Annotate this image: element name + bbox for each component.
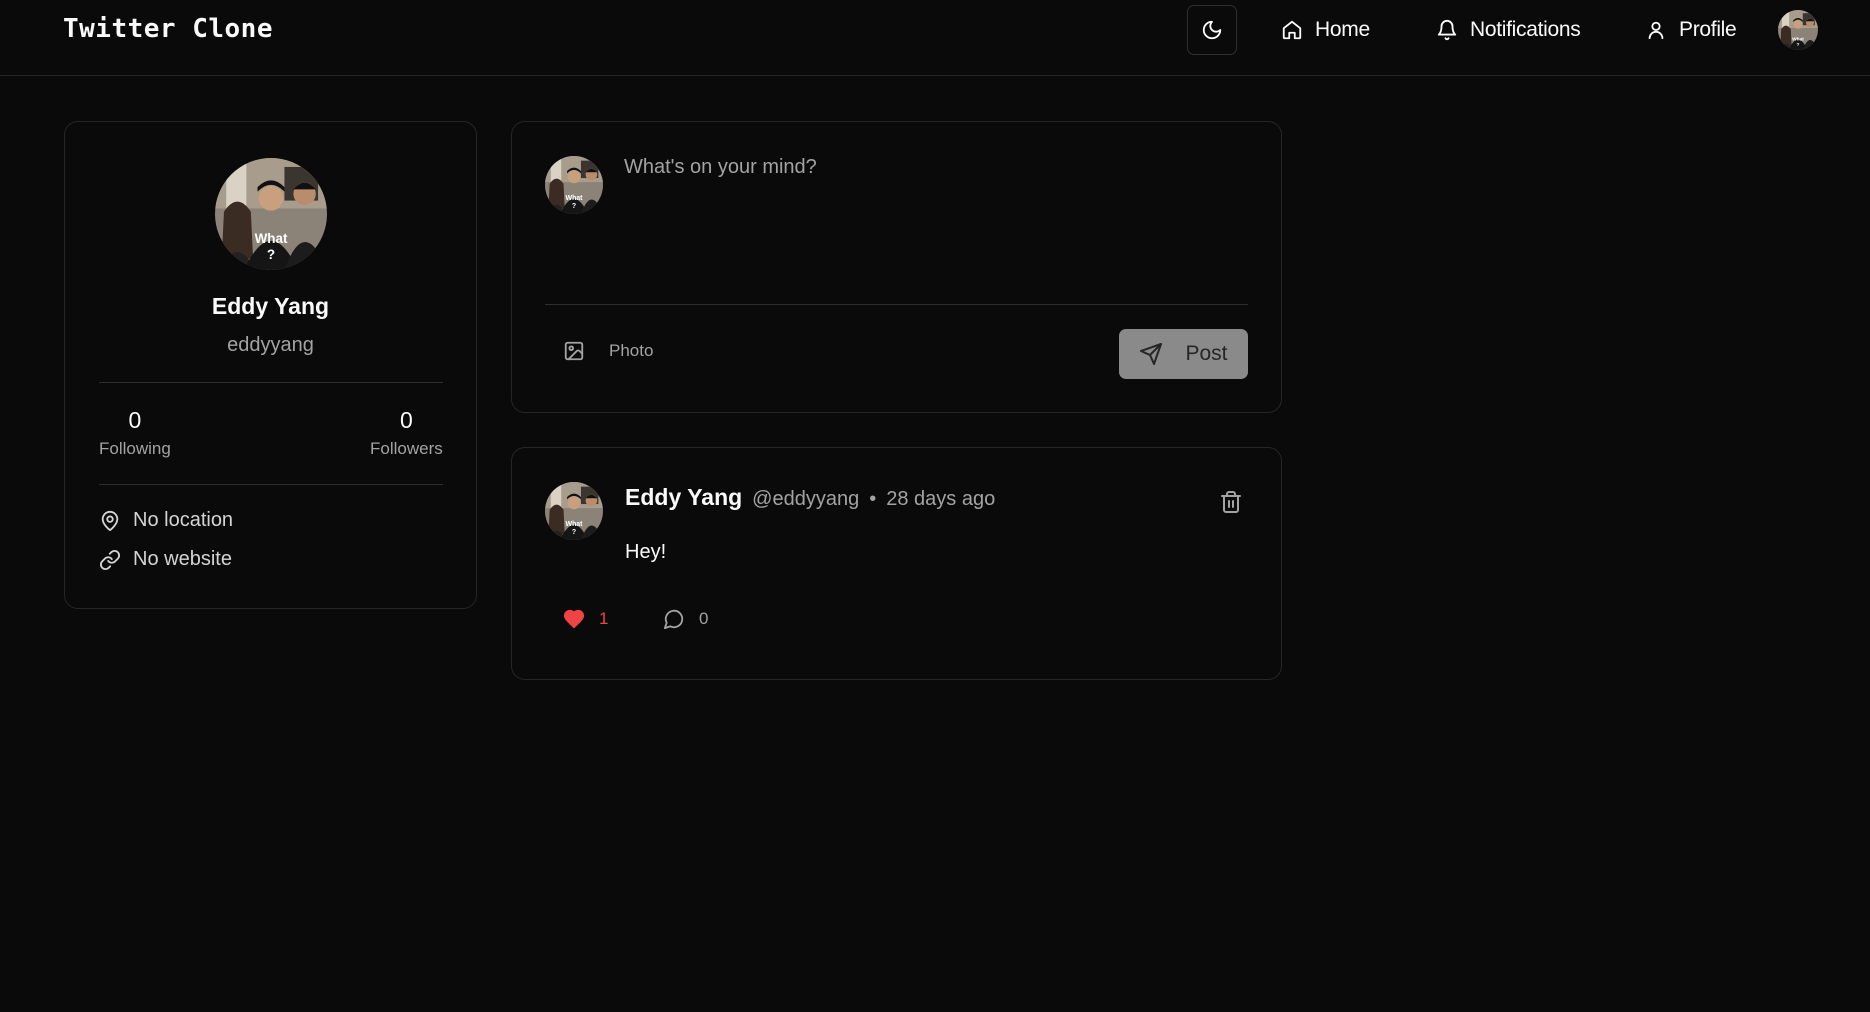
compose-card: Photo Post: [511, 121, 1282, 413]
compose-input[interactable]: [624, 156, 1244, 276]
home-icon: [1282, 20, 1302, 40]
profile-divider: [99, 484, 443, 485]
bell-icon: [1437, 20, 1457, 41]
compose-avatar: [545, 156, 603, 214]
send-icon: [1140, 343, 1163, 365]
post-content: Hey!: [625, 541, 667, 563]
link-icon: [99, 549, 121, 570]
comment-icon: [663, 609, 684, 630]
moon-icon: [1202, 20, 1222, 40]
following-label: Following: [99, 439, 171, 458]
profile-avatar[interactable]: [215, 158, 327, 270]
nav-profile-label: Profile: [1679, 18, 1737, 41]
nav-home-link[interactable]: Home: [1281, 14, 1370, 46]
followers-label: Followers: [370, 439, 443, 458]
post-card: Eddy Yang @eddyyang • 28 days ago Hey! 1…: [511, 447, 1282, 680]
like-button[interactable]: 1: [563, 608, 608, 630]
compose-divider: [545, 304, 1248, 305]
comment-count: 0: [699, 609, 709, 628]
nav-notifications-link[interactable]: Notifications: [1436, 14, 1581, 46]
user-icon: [1648, 21, 1664, 40]
profile-username: eddyyang: [227, 334, 314, 356]
nav-profile-link[interactable]: Profile: [1645, 14, 1737, 46]
trash-icon: [1221, 491, 1241, 513]
post-author-handle: @eddyyang: [752, 488, 860, 510]
post-button-label: Post: [1185, 342, 1228, 365]
following-stat[interactable]: 0 Following: [99, 407, 171, 459]
website-text: No website: [133, 548, 232, 570]
location-text: No location: [133, 509, 234, 531]
like-count: 1: [599, 609, 609, 628]
profile-name[interactable]: Eddy Yang: [65, 293, 476, 320]
map-pin-icon: [101, 510, 119, 531]
profile-divider: [99, 382, 443, 383]
post-separator: •: [869, 488, 877, 510]
delete-post-button[interactable]: [1219, 490, 1243, 514]
image-icon: [564, 341, 584, 361]
followers-stat[interactable]: 0 Followers: [370, 407, 443, 459]
app-brand[interactable]: Twitter Clone: [63, 14, 273, 44]
heart-icon: [563, 609, 585, 629]
user-avatar[interactable]: [1778, 10, 1818, 50]
followers-count: 0: [399, 407, 413, 433]
theme-toggle-button[interactable]: [1187, 5, 1237, 55]
add-photo-button[interactable]: Photo: [563, 340, 653, 362]
profile-card: Eddy Yang eddyyang 0 Following 0 Followe…: [64, 121, 477, 609]
following-count: 0: [128, 407, 142, 433]
comment-button[interactable]: 0: [663, 608, 708, 630]
post-header: Eddy Yang @eddyyang • 28 days ago: [625, 484, 995, 511]
post-author-name[interactable]: Eddy Yang: [625, 484, 742, 511]
post-author-avatar[interactable]: [545, 482, 603, 540]
post-timestamp: 28 days ago: [886, 488, 996, 510]
nav-notifications-label: Notifications: [1470, 18, 1581, 41]
location-row: No location: [99, 509, 233, 532]
top-navbar: Twitter Clone Home Notifications Profile: [0, 0, 1870, 76]
website-row: No website: [99, 548, 232, 571]
post-button[interactable]: Post: [1119, 329, 1248, 379]
nav-home-label: Home: [1315, 18, 1370, 41]
add-photo-label: Photo: [609, 341, 654, 360]
